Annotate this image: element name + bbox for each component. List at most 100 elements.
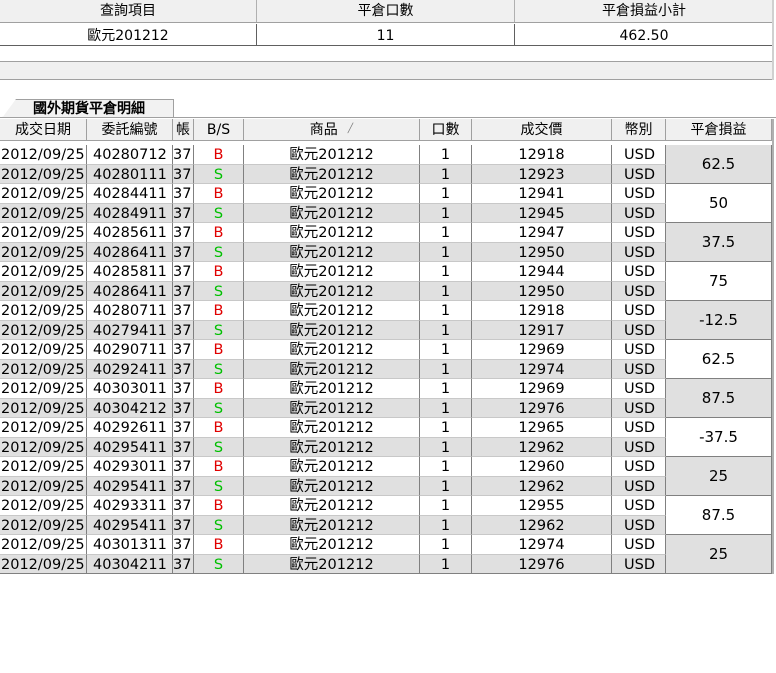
cell-qty[interactable]: 1: [420, 359, 472, 379]
cell-bs[interactable]: S: [194, 398, 244, 418]
cell-price[interactable]: 12976: [472, 554, 612, 574]
cell-qty[interactable]: 1: [420, 184, 472, 204]
cell-account[interactable]: 37: [173, 457, 194, 477]
cell-order-no[interactable]: 40304212: [87, 398, 173, 418]
cell-order-no[interactable]: 40292611: [87, 418, 173, 438]
cell-product[interactable]: 歐元201212: [244, 281, 420, 301]
cell-bs[interactable]: S: [194, 359, 244, 379]
cell-order-no[interactable]: 40280712: [87, 145, 173, 165]
cell-pnl[interactable]: 87.5: [666, 496, 772, 535]
cell-currency[interactable]: USD: [612, 203, 666, 223]
cell-product[interactable]: 歐元201212: [244, 164, 420, 184]
cell-qty[interactable]: 1: [420, 223, 472, 243]
cell-currency[interactable]: USD: [612, 554, 666, 574]
cell-bs[interactable]: B: [194, 457, 244, 477]
cell-order-no[interactable]: 40295411: [87, 515, 173, 535]
col-header-product[interactable]: 商品 ╱: [244, 119, 420, 141]
cell-product[interactable]: 歐元201212: [244, 554, 420, 574]
cell-bs[interactable]: S: [194, 515, 244, 535]
cell-currency[interactable]: USD: [612, 515, 666, 535]
cell-bs[interactable]: S: [194, 437, 244, 457]
cell-date[interactable]: 2012/09/25: [0, 476, 87, 496]
cell-bs[interactable]: B: [194, 301, 244, 321]
cell-price[interactable]: 12923: [472, 164, 612, 184]
cell-account[interactable]: 37: [173, 535, 194, 555]
cell-date[interactable]: 2012/09/25: [0, 242, 87, 262]
cell-price[interactable]: 12950: [472, 242, 612, 262]
cell-pnl[interactable]: 50: [666, 184, 772, 223]
cell-product[interactable]: 歐元201212: [244, 145, 420, 165]
cell-currency[interactable]: USD: [612, 301, 666, 321]
cell-qty[interactable]: 1: [420, 320, 472, 340]
cell-account[interactable]: 37: [173, 379, 194, 399]
cell-date[interactable]: 2012/09/25: [0, 262, 87, 282]
cell-qty[interactable]: 1: [420, 418, 472, 438]
cell-product[interactable]: 歐元201212: [244, 359, 420, 379]
cell-currency[interactable]: USD: [612, 437, 666, 457]
cell-order-no[interactable]: 40301311: [87, 535, 173, 555]
cell-price[interactable]: 12962: [472, 437, 612, 457]
cell-qty[interactable]: 1: [420, 301, 472, 321]
cell-date[interactable]: 2012/09/25: [0, 164, 87, 184]
cell-price[interactable]: 12945: [472, 203, 612, 223]
cell-currency[interactable]: USD: [612, 281, 666, 301]
cell-currency[interactable]: USD: [612, 164, 666, 184]
cell-currency[interactable]: USD: [612, 340, 666, 360]
cell-order-no[interactable]: 40303011: [87, 379, 173, 399]
cell-bs[interactable]: S: [194, 242, 244, 262]
cell-bs[interactable]: B: [194, 262, 244, 282]
cell-date[interactable]: 2012/09/25: [0, 223, 87, 243]
cell-currency[interactable]: USD: [612, 184, 666, 204]
cell-date[interactable]: 2012/09/25: [0, 301, 87, 321]
col-header-account[interactable]: 帳: [173, 119, 194, 141]
cell-account[interactable]: 37: [173, 223, 194, 243]
col-header-date[interactable]: 成交日期: [0, 119, 87, 141]
col-header-qty[interactable]: 口數: [420, 119, 472, 141]
cell-date[interactable]: 2012/09/25: [0, 457, 87, 477]
cell-qty[interactable]: 1: [420, 496, 472, 516]
cell-pnl[interactable]: 87.5: [666, 379, 772, 418]
cell-product[interactable]: 歐元201212: [244, 398, 420, 418]
cell-qty[interactable]: 1: [420, 398, 472, 418]
cell-currency[interactable]: USD: [612, 535, 666, 555]
cell-product[interactable]: 歐元201212: [244, 340, 420, 360]
cell-account[interactable]: 37: [173, 554, 194, 574]
cell-pnl[interactable]: 37.5: [666, 223, 772, 262]
cell-price[interactable]: 12965: [472, 418, 612, 438]
cell-bs[interactable]: S: [194, 476, 244, 496]
cell-order-no[interactable]: 40284911: [87, 203, 173, 223]
cell-qty[interactable]: 1: [420, 145, 472, 165]
cell-order-no[interactable]: 40304211: [87, 554, 173, 574]
col-header-currency[interactable]: 幣別: [612, 119, 666, 141]
cell-order-no[interactable]: 40286411: [87, 242, 173, 262]
cell-qty[interactable]: 1: [420, 554, 472, 574]
cell-account[interactable]: 37: [173, 496, 194, 516]
cell-qty[interactable]: 1: [420, 164, 472, 184]
cell-order-no[interactable]: 40285811: [87, 262, 173, 282]
cell-product[interactable]: 歐元201212: [244, 320, 420, 340]
cell-order-no[interactable]: 40292411: [87, 359, 173, 379]
cell-product[interactable]: 歐元201212: [244, 515, 420, 535]
summary-header-subtotal[interactable]: 平倉損益小計: [515, 0, 774, 22]
cell-currency[interactable]: USD: [612, 223, 666, 243]
cell-account[interactable]: 37: [173, 145, 194, 165]
cell-product[interactable]: 歐元201212: [244, 379, 420, 399]
cell-date[interactable]: 2012/09/25: [0, 437, 87, 457]
cell-pnl[interactable]: 25: [666, 457, 772, 496]
cell-bs[interactable]: B: [194, 145, 244, 165]
cell-qty[interactable]: 1: [420, 262, 472, 282]
cell-currency[interactable]: USD: [612, 418, 666, 438]
cell-account[interactable]: 37: [173, 184, 194, 204]
cell-price[interactable]: 12962: [472, 476, 612, 496]
cell-date[interactable]: 2012/09/25: [0, 554, 87, 574]
cell-account[interactable]: 37: [173, 301, 194, 321]
cell-order-no[interactable]: 40279411: [87, 320, 173, 340]
cell-order-no[interactable]: 40286411: [87, 281, 173, 301]
cell-price[interactable]: 12947: [472, 223, 612, 243]
cell-account[interactable]: 37: [173, 437, 194, 457]
cell-date[interactable]: 2012/09/25: [0, 398, 87, 418]
tab-closed-position-detail[interactable]: 國外期貨平倉明細: [2, 99, 174, 118]
cell-bs[interactable]: S: [194, 281, 244, 301]
cell-date[interactable]: 2012/09/25: [0, 515, 87, 535]
cell-order-no[interactable]: 40280111: [87, 164, 173, 184]
